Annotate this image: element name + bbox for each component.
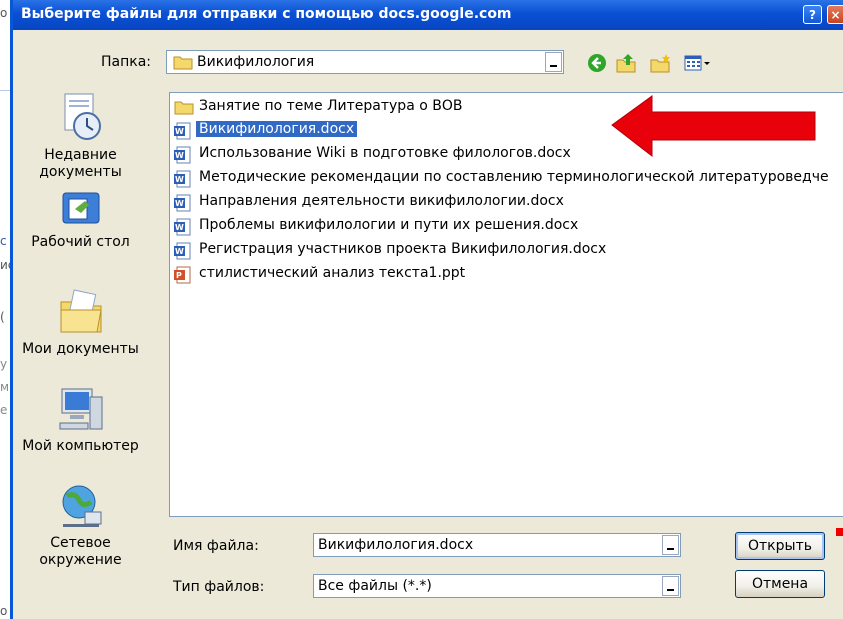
word-document-icon: W bbox=[174, 218, 191, 236]
svg-text:W: W bbox=[175, 199, 184, 208]
file-name: Направления деятельности викифилологии.d… bbox=[199, 193, 564, 209]
svg-text:W: W bbox=[175, 151, 184, 160]
filetype-label: Тип файлов: bbox=[173, 579, 265, 595]
back-icon[interactable] bbox=[586, 52, 608, 74]
word-document-icon: W bbox=[174, 194, 191, 212]
folder-label: Папка: bbox=[101, 54, 152, 70]
title-bar[interactable]: Выберите файлы для отправки с помощью do… bbox=[13, 0, 843, 30]
word-document-icon: W bbox=[174, 170, 191, 188]
background-text: у bbox=[0, 357, 8, 371]
close-button[interactable]: × bbox=[827, 5, 843, 24]
folder-icon bbox=[173, 56, 193, 70]
place-network[interactable]: Сетевое окружение bbox=[18, 482, 143, 569]
place-my-documents[interactable]: Мои документы bbox=[18, 288, 143, 358]
chevron-down-icon[interactable] bbox=[662, 576, 679, 596]
network-icon bbox=[62, 485, 101, 527]
help-button[interactable]: ? bbox=[803, 5, 822, 24]
svg-text:P: P bbox=[176, 271, 182, 280]
place-desktop[interactable]: Рабочий стол bbox=[18, 189, 143, 251]
svg-text:W: W bbox=[175, 127, 184, 136]
powerpoint-document-icon: P bbox=[174, 266, 191, 284]
filename-input[interactable]: Викифилология.docx bbox=[313, 533, 681, 557]
new-folder-icon[interactable] bbox=[650, 52, 672, 74]
recent-documents-icon bbox=[64, 93, 101, 140]
file-name: Регистрация участников проекта Викифилол… bbox=[199, 241, 607, 257]
filetype-select[interactable]: Все файлы (*.*) bbox=[313, 574, 681, 598]
place-label: Рабочий стол bbox=[31, 234, 130, 250]
folder-dropdown[interactable]: Викифилология bbox=[166, 50, 564, 74]
svg-text:W: W bbox=[175, 175, 184, 184]
word-document-icon: W bbox=[174, 242, 191, 260]
background-text: е bbox=[0, 403, 8, 417]
file-name: Занятие по теме Литература о ВОВ bbox=[199, 98, 463, 114]
up-folder-icon[interactable] bbox=[615, 52, 637, 74]
dialog-title: Выберите файлы для отправки с помощью do… bbox=[21, 6, 512, 22]
open-button[interactable]: Открыть bbox=[735, 532, 825, 560]
red-arrow-annotation bbox=[611, 95, 816, 158]
red-mark-annotation bbox=[836, 528, 843, 536]
file-name: Методические рекомендации по составлению… bbox=[199, 169, 829, 185]
my-documents-icon bbox=[60, 289, 102, 333]
place-label: Мои документы bbox=[22, 341, 139, 357]
file-name: Проблемы викифилологии и пути их решения… bbox=[199, 217, 579, 233]
background-text: о bbox=[0, 6, 8, 20]
file-name: стилистический анализ текста1.ppt bbox=[199, 265, 466, 281]
background-text: ( bbox=[0, 310, 5, 324]
filename-value: Викифилология.docx bbox=[318, 537, 474, 553]
word-document-icon: W bbox=[174, 122, 191, 140]
word-document-icon: W bbox=[174, 146, 191, 164]
file-name: Викифилология.docx bbox=[196, 121, 358, 137]
place-recent-documents[interactable]: Недавние документы bbox=[18, 92, 143, 181]
folder-value: Викифилология bbox=[197, 54, 315, 70]
file-name: Использование Wiki в подготовке филолого… bbox=[199, 145, 571, 161]
chevron-down-icon[interactable] bbox=[545, 52, 562, 72]
svg-text:W: W bbox=[175, 247, 184, 256]
background-text: с bbox=[0, 234, 7, 248]
desktop-icon bbox=[62, 192, 99, 224]
svg-text:W: W bbox=[175, 223, 184, 232]
place-my-computer[interactable]: Мой компьютер bbox=[18, 385, 143, 455]
cancel-button[interactable]: Отмена bbox=[735, 570, 825, 598]
place-label: Недавние документы bbox=[39, 147, 122, 180]
background-text: о bbox=[0, 604, 8, 618]
view-menu-icon[interactable] bbox=[683, 52, 713, 74]
my-computer-icon bbox=[59, 388, 102, 430]
place-label: Мой компьютер bbox=[22, 438, 139, 454]
chevron-down-icon[interactable] bbox=[662, 535, 679, 555]
filename-label: Имя файла: bbox=[173, 538, 259, 554]
place-label: Сетевое окружение bbox=[39, 535, 122, 568]
folder-icon bbox=[174, 101, 194, 115]
background-text: м bbox=[0, 380, 10, 394]
filetype-value: Все файлы (*.*) bbox=[318, 578, 432, 594]
